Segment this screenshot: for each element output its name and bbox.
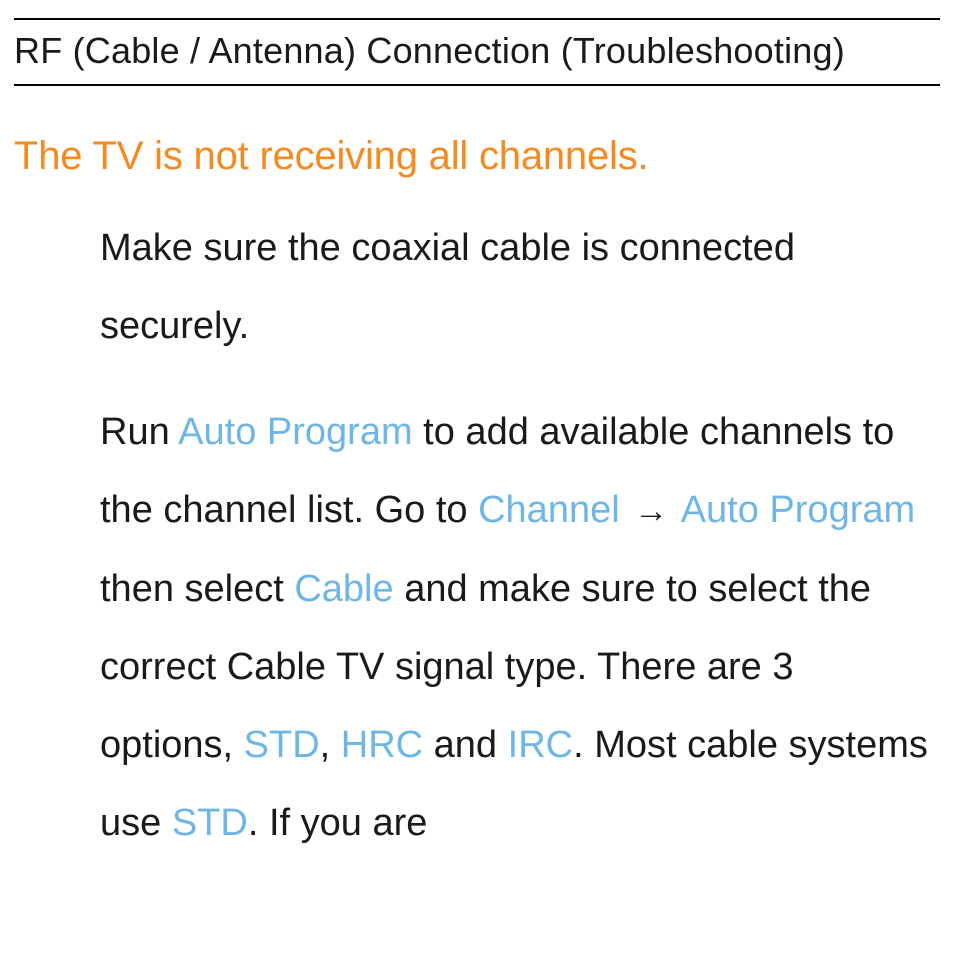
link-hrc[interactable]: HRC bbox=[341, 724, 423, 766]
arrow-icon: → bbox=[630, 492, 672, 530]
text: Run bbox=[100, 411, 178, 453]
link-channel[interactable]: Channel bbox=[478, 489, 620, 531]
article-body: Make sure the coaxial cable is connected… bbox=[14, 209, 940, 862]
link-irc[interactable]: IRC bbox=[508, 724, 573, 766]
text: . If you are bbox=[248, 802, 428, 844]
section-title: RF (Cable / Antenna) Connection (Trouble… bbox=[14, 20, 940, 86]
issue-title: The TV is not receiving all channels. bbox=[14, 134, 940, 179]
text: , bbox=[320, 724, 341, 766]
paragraph-2: Run Auto Program to add available channe… bbox=[100, 393, 934, 862]
text: and bbox=[423, 724, 508, 766]
text bbox=[620, 489, 631, 531]
link-std[interactable]: STD bbox=[244, 724, 320, 766]
link-auto-program-2[interactable]: Auto Program bbox=[681, 489, 915, 531]
text bbox=[672, 489, 680, 531]
text: then select bbox=[100, 568, 294, 610]
link-cable[interactable]: Cable bbox=[294, 568, 393, 610]
link-auto-program[interactable]: Auto Program bbox=[178, 411, 412, 453]
paragraph-1: Make sure the coaxial cable is connected… bbox=[100, 209, 934, 365]
help-page: RF (Cable / Antenna) Connection (Trouble… bbox=[0, 18, 954, 862]
link-std-2[interactable]: STD bbox=[172, 802, 248, 844]
